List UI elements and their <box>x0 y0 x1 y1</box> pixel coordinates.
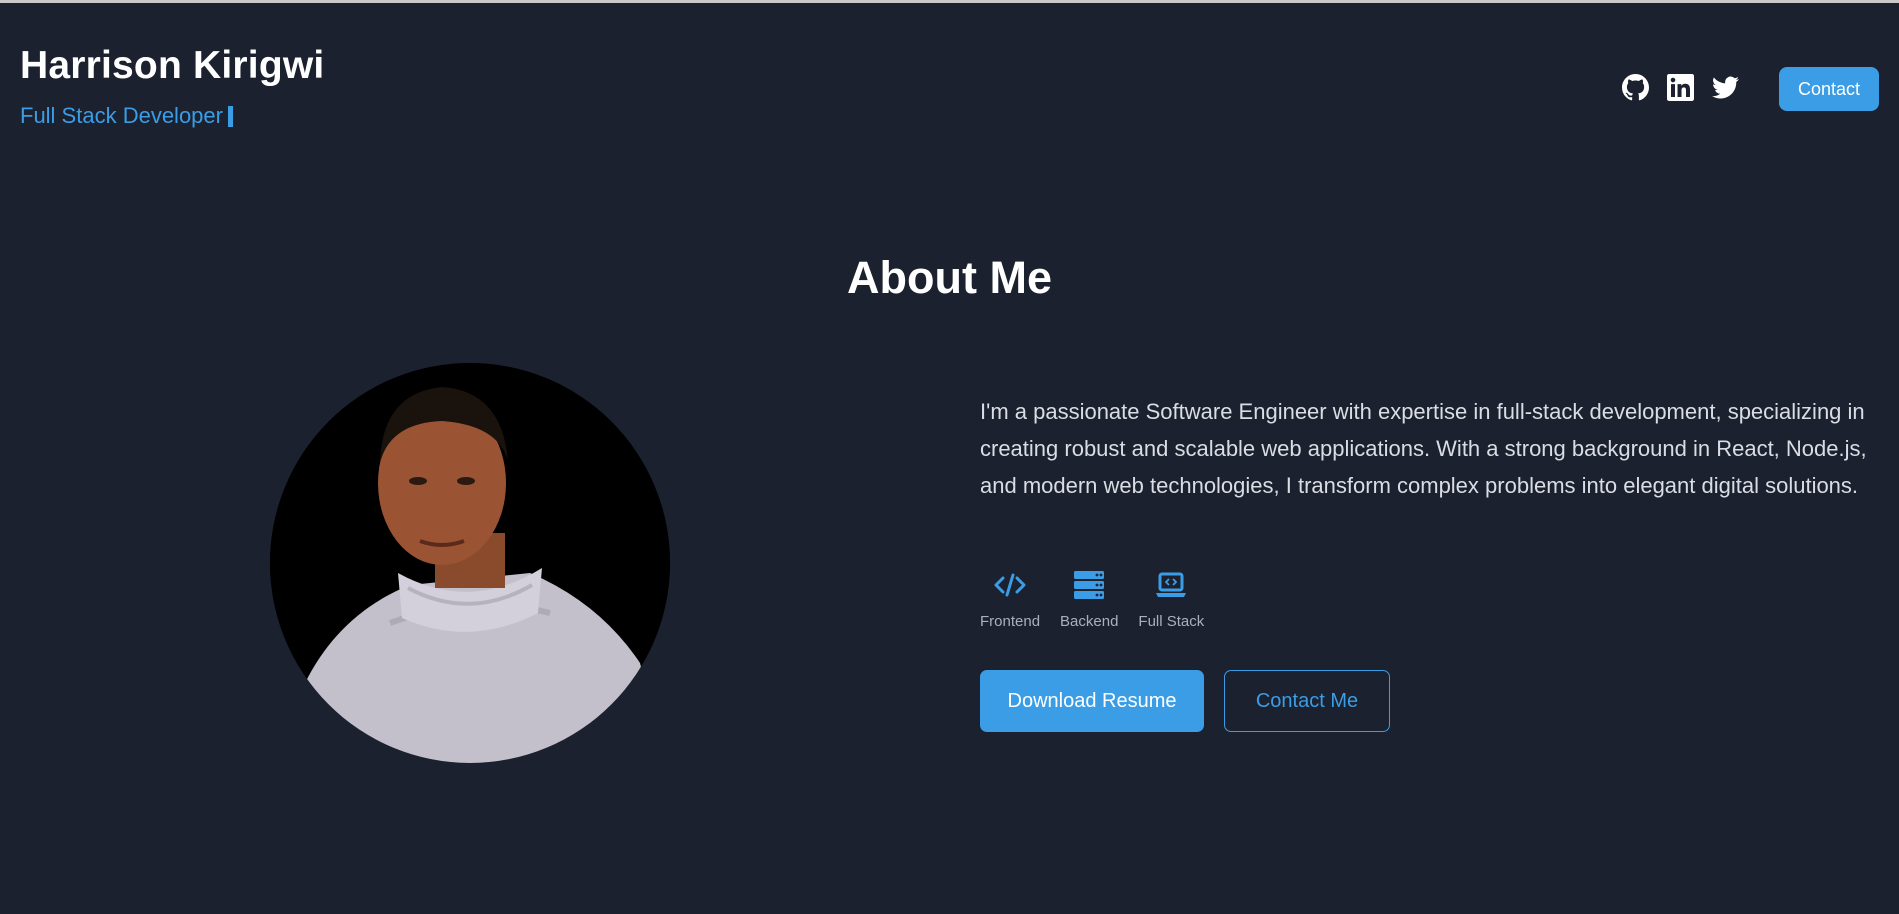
linkedin-link[interactable] <box>1667 73 1694 106</box>
section-title: About Me <box>847 252 1052 303</box>
skill-fullstack: Full Stack <box>1138 568 1204 630</box>
laptop-code-icon <box>1154 568 1188 607</box>
skills-list: Frontend Backend Full Stack <box>980 568 1204 630</box>
skill-label: Backend <box>1060 613 1119 630</box>
social-links <box>1622 73 1739 106</box>
brand-name: Harrison Kirigwi <box>20 44 325 87</box>
code-icon <box>993 568 1027 607</box>
skill-label: Frontend <box>980 613 1041 630</box>
typing-cursor <box>227 105 233 127</box>
brand-role: Full Stack Developer <box>20 103 233 129</box>
twitter-icon <box>1712 74 1739 106</box>
github-link[interactable] <box>1622 73 1649 106</box>
bio-text: I'm a passionate Software Engineer with … <box>980 399 1867 498</box>
github-icon <box>1622 73 1649 106</box>
role-text: Full Stack Developer <box>20 103 223 128</box>
contact-button[interactable]: Contact <box>1779 67 1879 111</box>
skill-label: Full Stack <box>1138 613 1205 630</box>
profile-photo <box>270 363 670 763</box>
skill-frontend: Frontend <box>980 568 1040 630</box>
linkedin-icon <box>1667 73 1694 106</box>
site-header: Harrison Kirigwi Full Stack Developer Co… <box>0 0 1899 140</box>
skill-backend: Backend <box>1060 568 1118 630</box>
download-resume-button[interactable]: Download Resume <box>980 670 1204 732</box>
contact-me-button[interactable]: Contact Me <box>1224 670 1390 732</box>
twitter-link[interactable] <box>1712 76 1739 103</box>
server-icon <box>1072 568 1106 607</box>
